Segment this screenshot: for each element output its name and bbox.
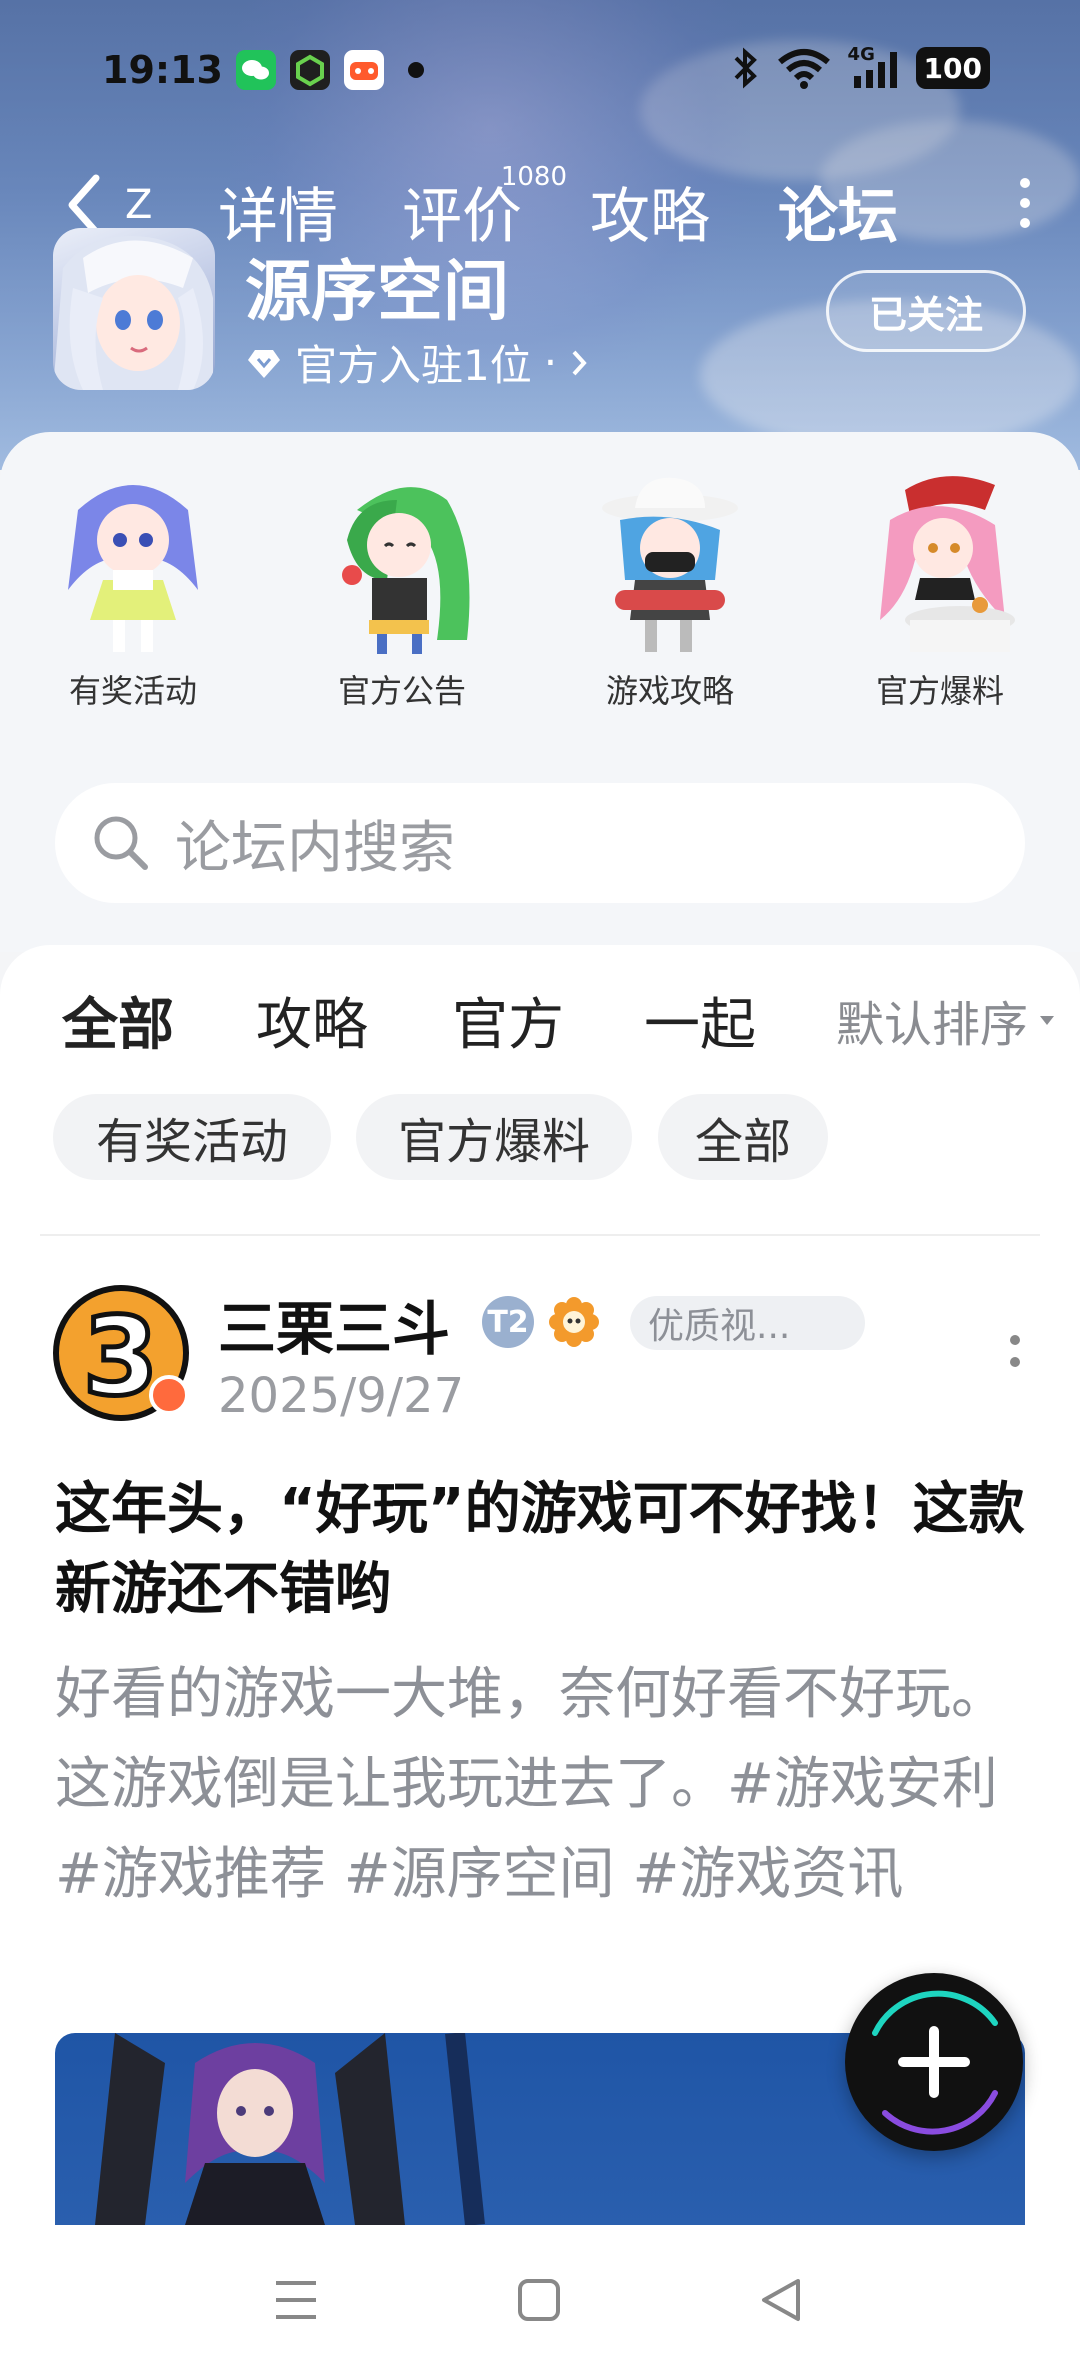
back-icon[interactable] xyxy=(758,2275,804,2325)
bluetooth-icon xyxy=(734,47,757,89)
quality-tag: 优质视... xyxy=(630,1296,865,1350)
menu-icon[interactable] xyxy=(272,2275,320,2325)
chip-all[interactable]: 全部 xyxy=(658,1094,828,1180)
category-label: 官方公告 xyxy=(337,672,466,710)
chibi-guides-image xyxy=(595,470,745,660)
category-label: 游戏攻略 xyxy=(605,672,734,710)
category-label: 官方爆料 xyxy=(875,672,1004,710)
battery-level: 100 xyxy=(923,51,982,85)
app-cube-icon xyxy=(290,50,330,90)
search-placeholder: 论坛内搜索 xyxy=(175,815,455,881)
feed-tab-all[interactable]: 全部 xyxy=(62,980,174,1061)
tab-forum[interactable]: 论坛 xyxy=(778,168,898,255)
official-count: 官方入驻1位 xyxy=(295,341,532,390)
flower-badge-icon xyxy=(549,1297,599,1347)
game-icon[interactable] xyxy=(53,228,215,390)
chip-rewards[interactable]: 有奖活动 xyxy=(53,1094,331,1180)
sort-dropdown[interactable]: 默认排序 xyxy=(836,985,1056,1055)
chibi-leaks-image xyxy=(865,470,1015,660)
sort-label: 默认排序 xyxy=(835,997,1028,1053)
tag-label: 优质视... xyxy=(648,1306,791,1347)
feed-tab-label: 一起 xyxy=(644,993,756,1058)
search-input[interactable]: 论坛内搜索 xyxy=(55,783,1025,903)
more-vertical-icon[interactable] xyxy=(1020,178,1032,228)
official-members[interactable]: 官方入驻1位 · xyxy=(245,332,589,393)
create-post-button[interactable] xyxy=(845,1973,1023,2151)
post-title[interactable]: 这年头，“好玩”的游戏可不好找！这款新游还不错哟 xyxy=(55,1470,1035,1630)
chevron-right-icon xyxy=(572,350,587,375)
caret-down-icon xyxy=(1040,1016,1054,1025)
feed-tab-guides[interactable]: 攻略 xyxy=(256,980,368,1061)
follow-button[interactable]: 已关注 xyxy=(826,270,1026,352)
level-badge: T2 xyxy=(482,1296,534,1348)
search-icon xyxy=(94,816,148,870)
feed-tab-label: 官方 xyxy=(452,993,564,1058)
tab-label: 攻略 xyxy=(590,182,710,252)
category-label: 有奖活动 xyxy=(68,672,197,710)
category-announcements[interactable]: 官方公告 xyxy=(302,470,502,712)
tab-guides[interactable]: 攻略 xyxy=(590,168,710,255)
post-more-icon[interactable] xyxy=(1010,1335,1022,1375)
wechat-icon xyxy=(236,50,276,90)
plus-icon xyxy=(872,1990,998,2135)
z-glyph-icon: Z xyxy=(125,182,153,228)
notification-dot xyxy=(408,62,424,78)
divider xyxy=(40,1234,1040,1236)
avatar[interactable]: 3 xyxy=(53,1285,189,1423)
post-date: 2025/9/27 xyxy=(218,1368,465,1424)
chip-label: 全部 xyxy=(694,1114,791,1170)
avatar-text: 3 xyxy=(80,1293,160,1423)
chip-leaks[interactable]: 官方爆料 xyxy=(356,1094,632,1180)
author-name[interactable]: 三栗三斗 xyxy=(218,1282,450,1366)
heart-diamond-icon xyxy=(248,349,280,378)
game-center-icon xyxy=(344,50,384,90)
wifi-icon xyxy=(777,49,830,89)
level-text: T2 xyxy=(487,1304,529,1340)
chip-label: 有奖活动 xyxy=(95,1114,288,1170)
post-body[interactable]: 好看的游戏一大堆，奈何好看不好玩。这游戏倒是让我玩进去了。#游戏安利 #游戏推荐… xyxy=(55,1650,1030,1920)
feed-tab-official[interactable]: 官方 xyxy=(452,980,564,1061)
status-time: 19:13 xyxy=(102,48,223,92)
cellular-signal-icon: 4G xyxy=(848,44,900,90)
official-separator: · xyxy=(543,338,558,387)
tab-label: 论坛 xyxy=(778,182,898,252)
verified-badge-icon xyxy=(149,1375,189,1415)
review-count: 1080 xyxy=(500,162,567,192)
system-nav-bar xyxy=(0,2225,1080,2373)
category-rewards[interactable]: 有奖活动 xyxy=(33,470,233,712)
home-icon[interactable] xyxy=(516,2275,562,2325)
follow-label: 已关注 xyxy=(868,292,983,337)
chibi-rewards-image xyxy=(58,470,208,660)
feed-tab-label: 全部 xyxy=(62,993,174,1058)
chibi-announcements-image xyxy=(327,470,477,660)
game-title: 源序空间 xyxy=(245,253,509,330)
battery-indicator: 100 xyxy=(915,47,990,89)
category-leaks[interactable]: 官方爆料 xyxy=(840,470,1040,712)
feed-tab-label: 攻略 xyxy=(256,993,368,1058)
status-bar: 19:13 4G 100 xyxy=(0,40,1080,100)
feed-tab-together[interactable]: 一起 xyxy=(644,980,756,1061)
chip-label: 官方爆料 xyxy=(397,1114,590,1170)
category-guides[interactable]: 游戏攻略 xyxy=(570,470,770,712)
